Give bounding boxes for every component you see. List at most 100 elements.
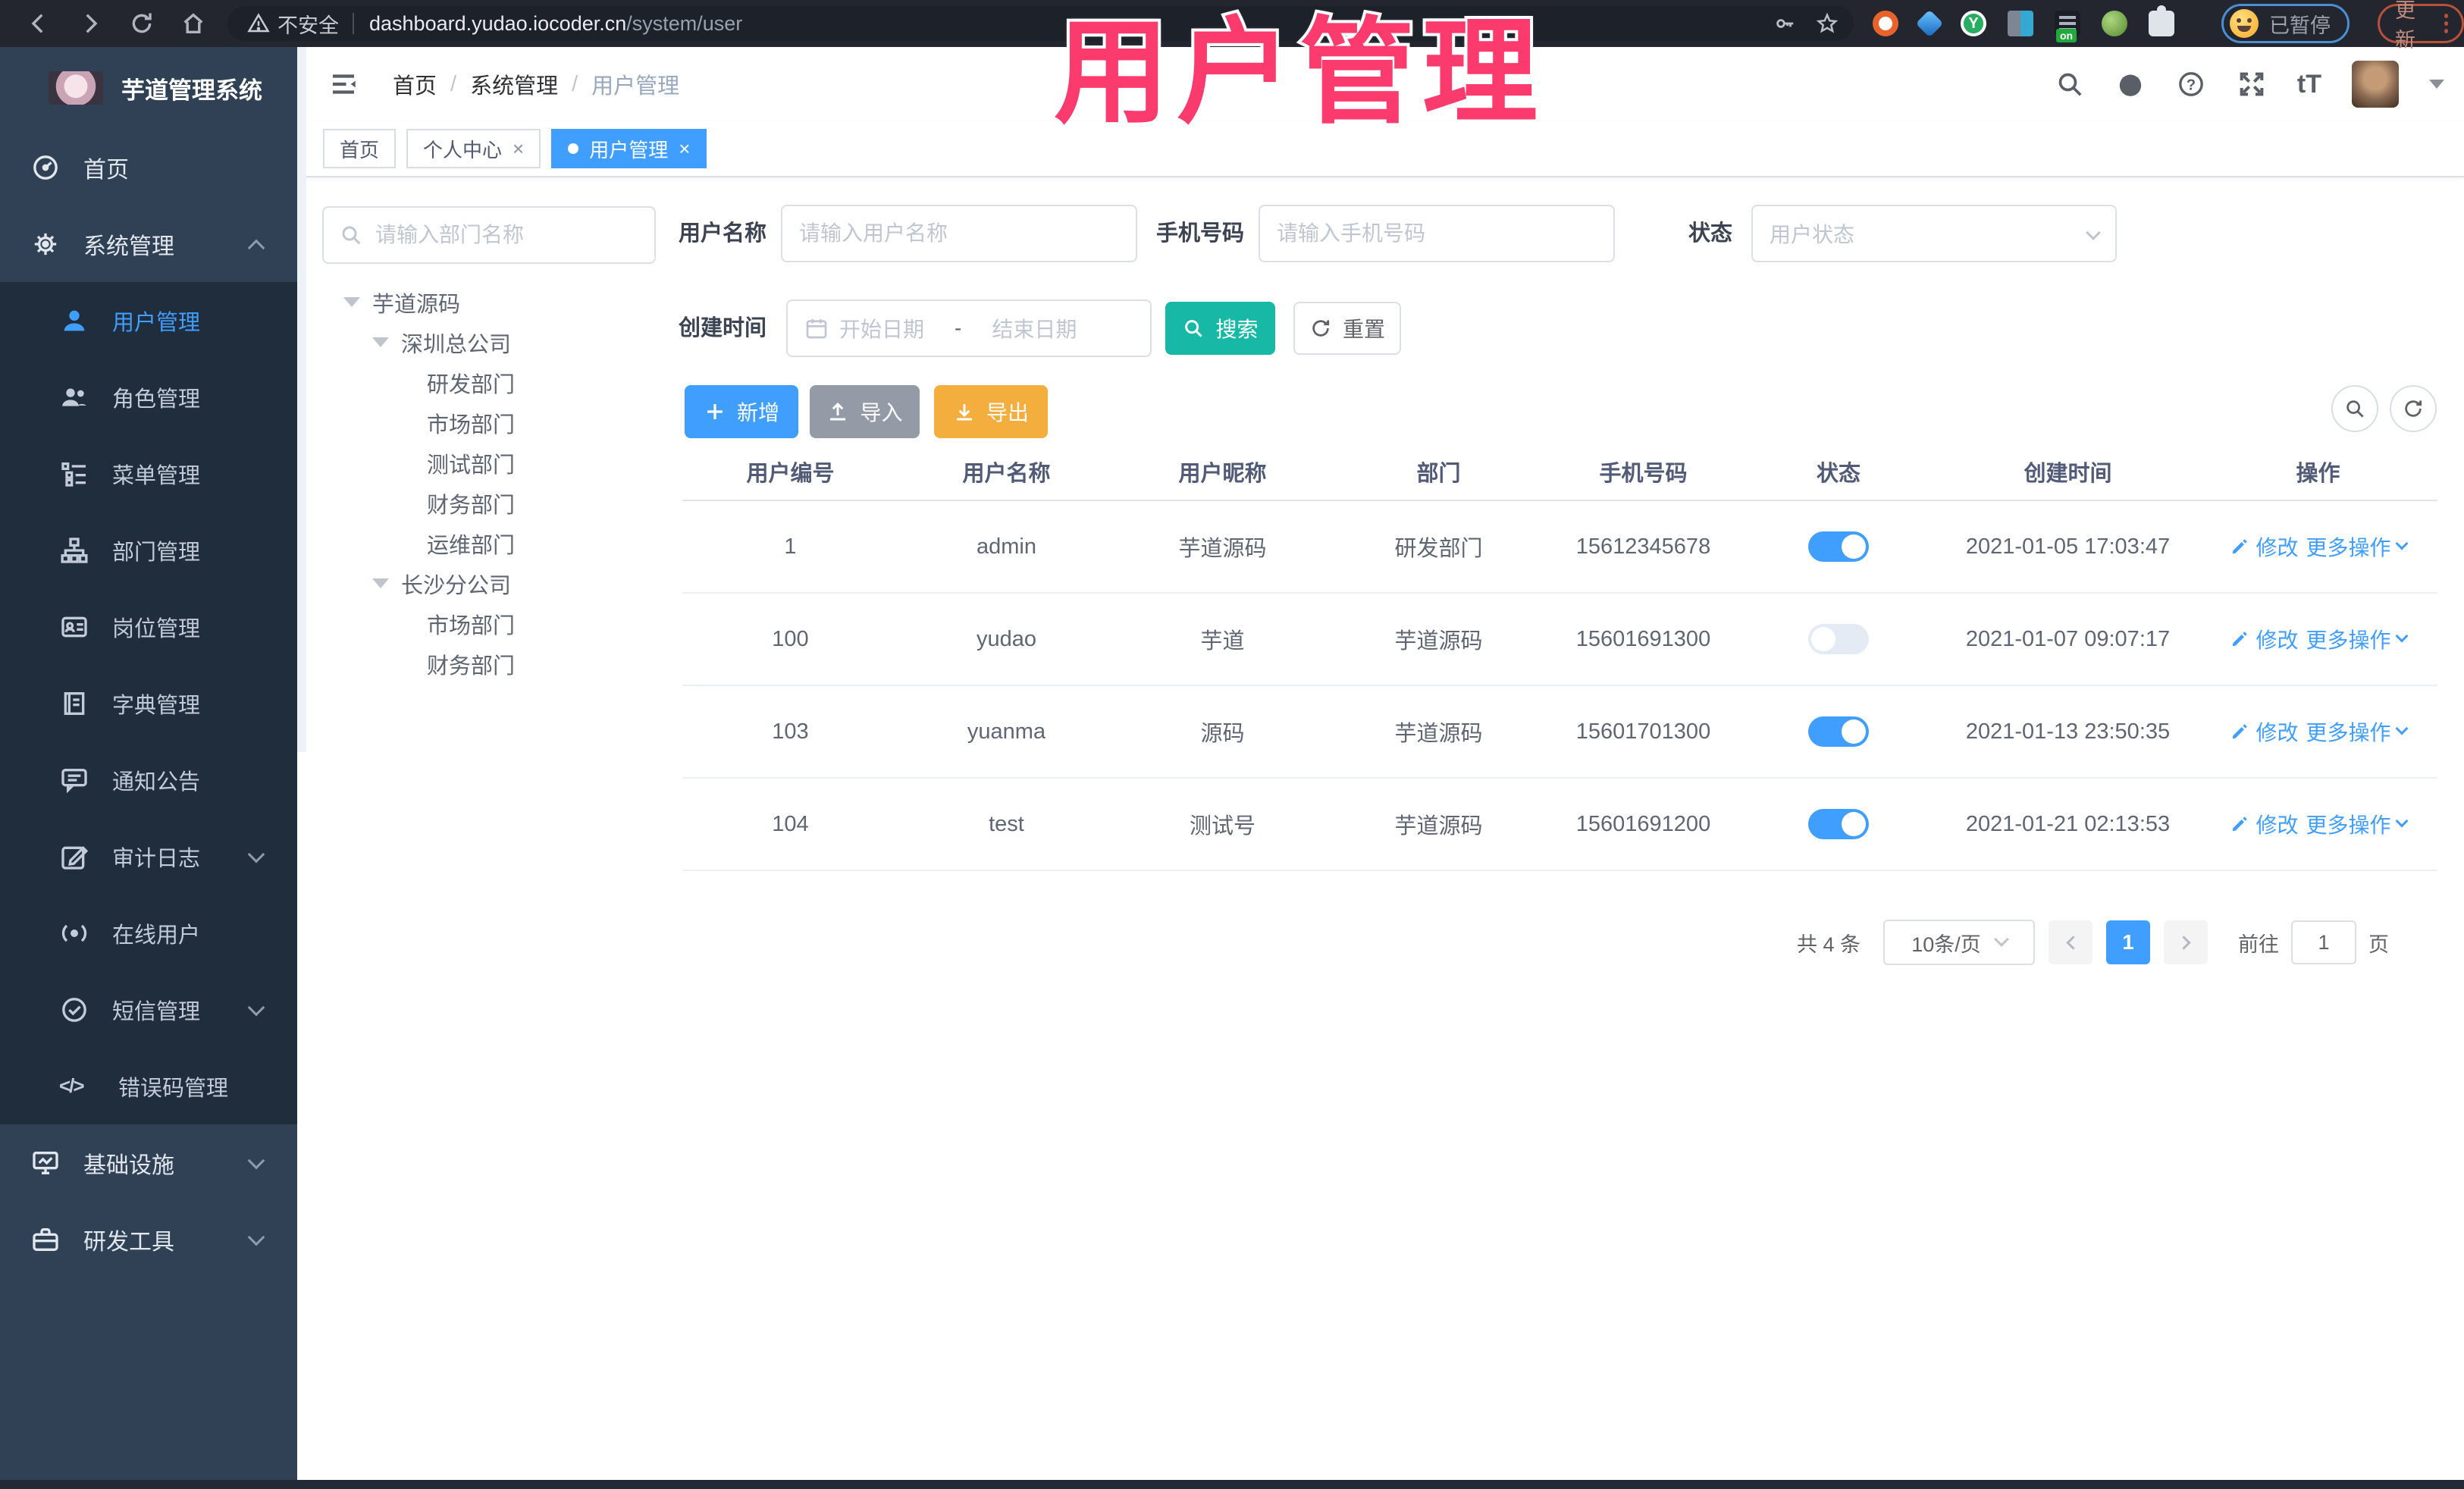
more-actions-link[interactable]: 更多操作 <box>2306 809 2409 839</box>
more-actions-link[interactable]: 更多操作 <box>2306 624 2409 654</box>
extension-icon[interactable]: on <box>2055 11 2080 42</box>
more-actions-link[interactable]: 更多操作 <box>2306 716 2409 747</box>
extension-icon[interactable] <box>1873 11 1898 36</box>
search-button[interactable]: 搜索 <box>1165 302 1275 355</box>
browser-profile-button[interactable]: 已暂停 <box>2221 4 2350 43</box>
profile-paused-label: 已暂停 <box>2269 14 2331 37</box>
browser-home-icon[interactable] <box>180 11 206 36</box>
close-icon[interactable]: × <box>513 137 524 161</box>
browser-forward-icon[interactable] <box>77 11 103 36</box>
tree-node[interactable]: 深圳总公司 <box>322 322 663 362</box>
sidebar-item-menus[interactable]: 菜单管理 <box>0 435 297 512</box>
start-date-placeholder[interactable]: 开始日期 <box>839 313 924 343</box>
import-button[interactable]: 导入 <box>810 385 920 438</box>
sidebar-item-departments[interactable]: 部门管理 <box>0 512 297 588</box>
caret-down-icon[interactable] <box>372 337 389 347</box>
tab-profile[interactable]: 个人中心 × <box>406 129 541 168</box>
more-actions-link[interactable]: 更多操作 <box>2306 531 2409 562</box>
github-icon[interactable] <box>2115 69 2146 99</box>
user-avatar[interactable] <box>2352 61 2399 108</box>
extensions-puzzle-icon[interactable] <box>2149 5 2174 36</box>
password-key-icon[interactable] <box>1773 12 1796 35</box>
close-icon[interactable]: × <box>679 137 690 161</box>
svg-text:?: ? <box>2187 77 2196 94</box>
address-bar[interactable]: 不安全 dashboard.yudao.iocoder.cn /system/u… <box>227 6 1854 41</box>
mobile-field[interactable] <box>1259 205 1615 262</box>
extension-icon[interactable] <box>2008 11 2033 36</box>
page-size-select[interactable]: 10条/页 <box>1883 920 2036 965</box>
end-date-placeholder[interactable]: 结束日期 <box>992 313 1077 343</box>
tree-node[interactable]: 市场部门 <box>322 603 663 644</box>
search-icon[interactable] <box>2055 69 2085 99</box>
edit-link[interactable]: 修改 <box>2230 809 2299 839</box>
status-toggle[interactable] <box>1808 624 1869 654</box>
next-page-button[interactable] <box>2164 920 2209 964</box>
dept-search-box[interactable] <box>322 206 656 264</box>
browser-back-icon[interactable] <box>26 11 52 36</box>
tree-node[interactable]: 测试部门 <box>322 443 663 483</box>
sidebar-item-online-users[interactable]: 在线用户 <box>0 895 297 971</box>
sidebar-item-posts[interactable]: 岗位管理 <box>0 588 297 665</box>
username-input[interactable] <box>799 221 1119 246</box>
dept-search-input[interactable] <box>375 223 639 247</box>
browser-menu-icon[interactable] <box>2444 21 2448 26</box>
username-field[interactable] <box>781 205 1137 262</box>
sidebar-item-infrastructure[interactable]: 基础设施 <box>0 1124 297 1201</box>
sidebar-scrollbar[interactable] <box>297 47 306 752</box>
caret-down-icon[interactable] <box>343 297 360 307</box>
export-button[interactable]: 导出 <box>934 385 1048 438</box>
tree-node[interactable]: 长沙分公司 <box>322 563 663 603</box>
extension-icon[interactable]: Y <box>1961 11 1986 36</box>
reset-button[interactable]: 重置 <box>1293 302 1401 355</box>
sidebar-collapse-icon[interactable] <box>328 68 359 100</box>
edit-link[interactable]: 修改 <box>2230 716 2299 747</box>
tree-node[interactable]: 市场部门 <box>322 403 663 443</box>
bookmark-star-icon[interactable] <box>1816 12 1839 35</box>
tree-node[interactable]: 研发部门 <box>322 362 663 403</box>
caret-down-icon[interactable] <box>372 578 389 588</box>
tree-node[interactable]: 财务部门 <box>322 644 663 684</box>
tab-home[interactable]: 首页 <box>323 129 397 168</box>
extension-icon[interactable] <box>2102 11 2127 36</box>
status-select[interactable]: 用户状态 <box>1751 205 2117 262</box>
sidebar-item-notices[interactable]: 通知公告 <box>0 741 297 818</box>
goto-page-input[interactable] <box>2291 920 2357 964</box>
browser-update-button[interactable]: 更新 <box>2378 0 2464 52</box>
sidebar-item-audit-log[interactable]: 审计日志 <box>0 818 297 895</box>
tree-node[interactable]: 运维部门 <box>322 523 663 563</box>
table-refresh-button[interactable] <box>2390 385 2437 432</box>
tree-node[interactable]: 芋道源码 <box>322 282 663 322</box>
extension-icon[interactable] <box>1915 9 1944 38</box>
tree-node[interactable]: 财务部门 <box>322 483 663 523</box>
window-bottom-edge <box>0 1480 2464 1489</box>
sidebar-item-system[interactable]: 系统管理 <box>0 205 297 282</box>
browser-reload-icon[interactable] <box>129 11 155 36</box>
sidebar-item-home[interactable]: 首页 <box>0 129 297 205</box>
sidebar-item-roles[interactable]: 角色管理 <box>0 359 297 435</box>
sidebar-item-dicts[interactable]: 字典管理 <box>0 665 297 741</box>
status-toggle[interactable] <box>1808 716 1869 747</box>
edit-link[interactable]: 修改 <box>2230 624 2299 654</box>
help-icon[interactable]: ? <box>2176 69 2206 99</box>
status-toggle[interactable] <box>1808 809 1869 839</box>
cell-mobile: 15601691300 <box>1575 626 1711 651</box>
edit-link[interactable]: 修改 <box>2230 531 2299 562</box>
status-toggle[interactable] <box>1808 531 1869 562</box>
tab-user-management[interactable]: 用户管理 × <box>551 129 707 168</box>
fullscreen-icon[interactable] <box>2237 69 2267 99</box>
prev-page-button[interactable] <box>2049 920 2093 964</box>
date-range-picker[interactable]: 开始日期 - 结束日期 <box>786 299 1152 357</box>
sidebar-item-sms[interactable]: 短信管理 <box>0 971 297 1048</box>
app-logo-row[interactable]: 芋道管理系统 <box>0 47 297 129</box>
mobile-input[interactable] <box>1277 221 1597 246</box>
sidebar-item-error-codes[interactable]: </> 错误码管理 <box>0 1048 297 1124</box>
current-page-button[interactable]: 1 <box>2106 920 2151 964</box>
breadcrumb-home[interactable]: 首页 <box>393 68 437 100</box>
sidebar-item-users[interactable]: 用户管理 <box>0 282 297 359</box>
sidebar-item-dev-tools[interactable]: 研发工具 <box>0 1201 297 1277</box>
add-user-button[interactable]: 新增 <box>685 385 798 438</box>
font-size-icon[interactable]: tT <box>2297 70 2321 99</box>
avatar-caret-icon[interactable] <box>2429 80 2444 89</box>
breadcrumb-system[interactable]: 系统管理 <box>470 68 558 100</box>
table-search-toggle-button[interactable] <box>2331 385 2378 432</box>
